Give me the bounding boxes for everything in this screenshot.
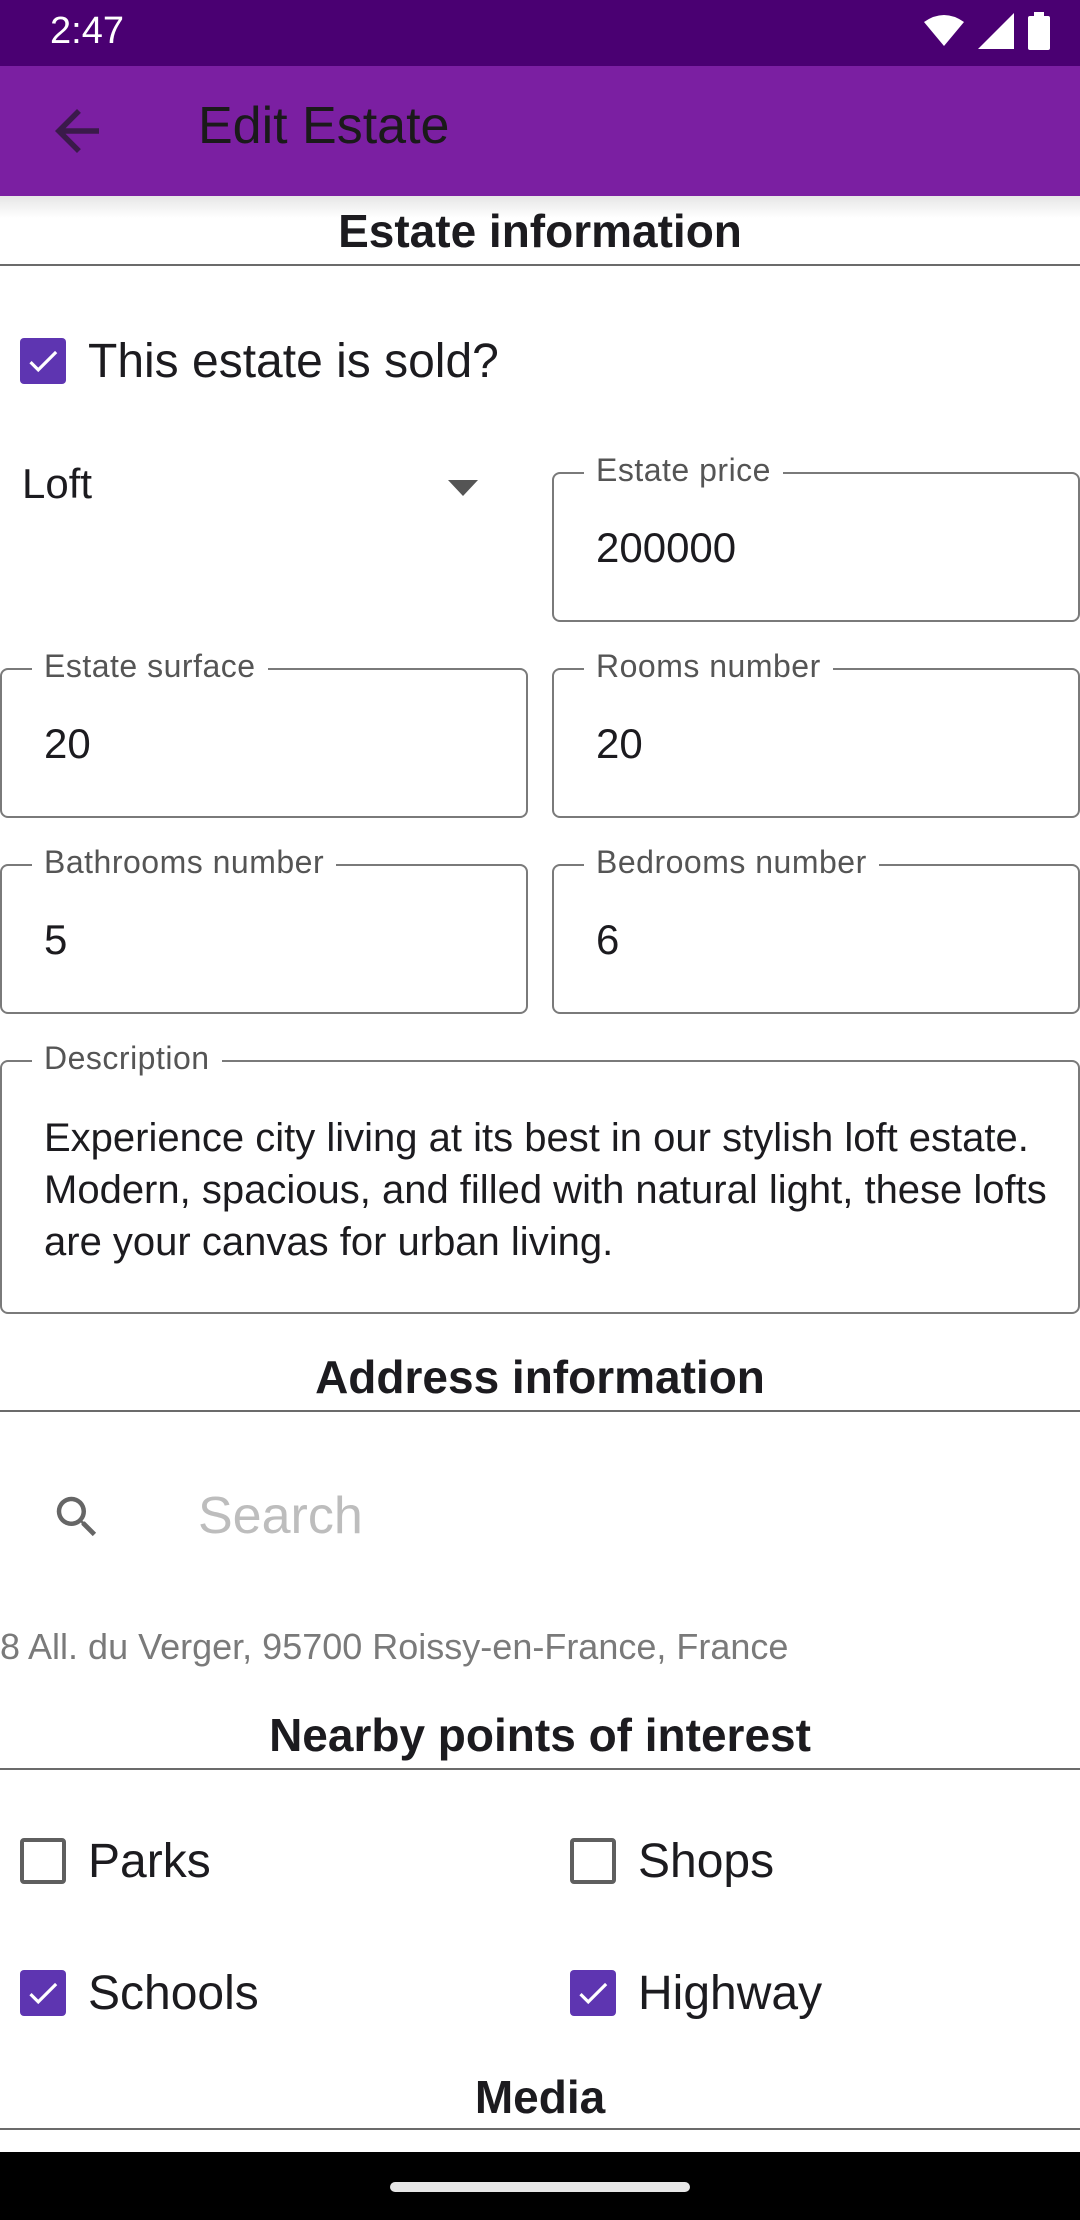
address-search-bar[interactable]: Search [0,1460,1080,1570]
poi-section-divider [0,1768,1080,1770]
bedrooms-number-field[interactable]: Bedrooms number 6 [552,844,1080,1014]
address-text: 8 All. du Verger, 95700 Roissy-en-France… [0,1626,789,1667]
dropdown-arrow-icon [448,480,478,496]
estate-section-title: Estate information [338,205,742,257]
bathrooms-number-value: 5 [44,916,68,963]
bathrooms-number-label: Bathrooms number [32,844,337,881]
poi-section-title: Nearby points of interest [269,1709,811,1761]
signal-icon [978,13,1014,49]
sold-label[interactable]: This estate is sold? [88,334,499,389]
sold-checkbox[interactable] [20,338,66,384]
arrow-back-icon [55,109,99,153]
highway-checkbox[interactable] [570,1970,616,2016]
highway-label[interactable]: Highway [638,1966,822,2021]
estate-price-field[interactable]: Estate price 200000 [552,452,1080,622]
estate-surface-label: Estate surface [32,648,268,685]
status-bar: 2:47 [0,0,1080,66]
estate-price-value: 200000 [596,524,737,571]
shops-checkbox[interactable] [570,1838,616,1884]
description-label: Description [32,1040,222,1077]
estate-type-dropdown[interactable]: Loft [22,460,492,520]
search-input[interactable]: Search [198,1486,363,1546]
estate-surface-field[interactable]: Estate surface 20 [0,648,528,818]
rooms-number-field[interactable]: Rooms number 20 [552,648,1080,818]
media-section-divider [0,2128,1080,2130]
estate-price-label: Estate price [584,452,783,489]
status-time: 2:47 [50,10,124,52]
check-icon [29,350,58,373]
home-gesture-handle[interactable] [390,2182,690,2192]
description-value: Experience city living at its best in ou… [44,1116,1047,1264]
media-section-title: Media [474,2071,606,2123]
schools-label[interactable]: Schools [88,1966,259,2021]
estate-section-divider [0,264,1080,266]
bathrooms-number-field[interactable]: Bathrooms number 5 [0,844,528,1014]
check-icon [29,1982,58,2005]
parks-label[interactable]: Parks [88,1834,211,1889]
estate-surface-value: 20 [44,720,91,767]
page-title: Edit Estate [198,97,450,155]
search-icon [56,1496,97,1537]
estate-type-value: Loft [22,460,93,507]
address-section-title: Address information [315,1351,765,1403]
schools-checkbox[interactable] [20,1970,66,2016]
navigation-bar [0,2152,1080,2220]
back-button[interactable] [44,98,110,164]
check-icon [579,1982,608,2005]
rooms-number-label: Rooms number [584,648,833,685]
status-icons [924,12,1050,50]
parks-checkbox[interactable] [20,1838,66,1884]
wifi-icon [924,15,964,46]
shops-label[interactable]: Shops [638,1834,774,1889]
app-bar: Edit Estate [0,66,1080,196]
battery-icon [1028,12,1050,50]
address-section-divider [0,1410,1080,1412]
bedrooms-number-value: 6 [596,916,620,963]
description-field[interactable]: Description Experience city living at it… [0,1040,1080,1314]
bedrooms-number-label: Bedrooms number [584,844,879,881]
rooms-number-value: 20 [596,720,643,767]
